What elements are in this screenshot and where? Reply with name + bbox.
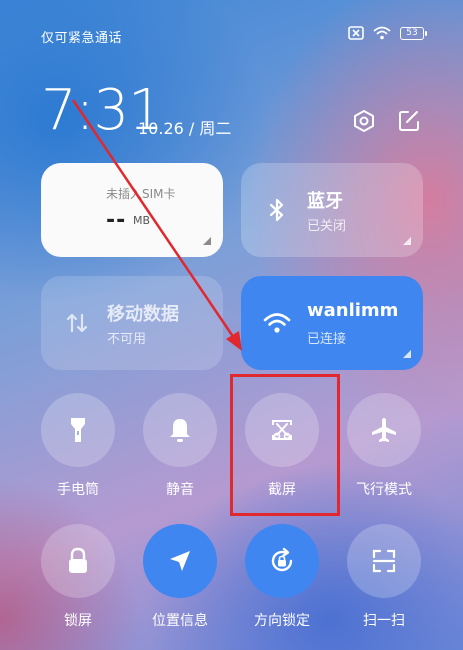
lock-screen-toggle[interactable] <box>41 524 115 598</box>
rotation-lock-icon <box>271 547 293 572</box>
scan-label: 扫一扫 <box>363 613 405 629</box>
airplane-mode-toggle[interactable] <box>347 393 421 467</box>
scan-toggle[interactable] <box>347 524 421 598</box>
expand-corner-icon <box>403 237 411 245</box>
sim-data-tile[interactable]: 未插入SIM卡 -- MB <box>41 163 223 257</box>
location-label: 位置信息 <box>152 613 208 629</box>
expand-corner-icon <box>403 350 411 358</box>
edit-icon[interactable] <box>397 109 421 133</box>
silent-toggle[interactable] <box>143 393 217 467</box>
airplane-mode-label: 飞行模式 <box>356 482 412 498</box>
highlight-box <box>230 374 340 516</box>
airplane-mode-button[interactable]: 飞行模式 <box>345 393 423 499</box>
wifi-status: 已连接 <box>307 332 347 347</box>
bell-icon <box>170 419 190 442</box>
rotation-lock-label: 方向锁定 <box>254 613 310 629</box>
airplane-icon <box>372 418 396 442</box>
scan-button[interactable]: 扫一扫 <box>345 524 423 630</box>
location-icon <box>170 551 190 571</box>
lock-icon <box>69 547 87 573</box>
no-sim-icon <box>348 26 364 40</box>
rotation-lock-button[interactable]: 方向锁定 <box>243 524 321 630</box>
bluetooth-title: 蓝牙 <box>307 191 343 212</box>
scan-icon <box>372 549 396 573</box>
battery-level: 53 <box>406 28 418 38</box>
wifi-tile[interactable]: wanlimm 已连接 <box>241 276 423 370</box>
wifi-title: wanlimm <box>307 300 399 321</box>
wifi-icon <box>373 26 391 40</box>
data-usage-unit: MB <box>133 214 151 227</box>
lock-screen-button[interactable]: 锁屏 <box>39 524 117 630</box>
flashlight-button[interactable]: 手电筒 <box>39 393 117 499</box>
flashlight-toggle[interactable] <box>41 393 115 467</box>
silent-button[interactable]: 静音 <box>141 393 219 499</box>
mobile-data-icon <box>66 313 88 333</box>
flashlight-label: 手电筒 <box>57 482 99 498</box>
bluetooth-tile[interactable]: 蓝牙 已关闭 <box>241 163 423 257</box>
settings-icon[interactable] <box>352 109 376 133</box>
rotation-lock-toggle[interactable] <box>245 524 319 598</box>
location-toggle[interactable] <box>143 524 217 598</box>
data-usage-value: -- <box>106 208 127 233</box>
carrier-text: 仅可紧急通话 <box>41 31 123 46</box>
mobile-data-title: 移动数据 <box>107 304 179 325</box>
lock-screen-label: 锁屏 <box>64 613 92 629</box>
silent-label: 静音 <box>166 482 194 498</box>
sim-status: 未插入SIM卡 <box>106 187 176 201</box>
status-icons: 53 <box>348 26 427 40</box>
flashlight-icon <box>71 418 85 442</box>
date: 10.26 / 周二 <box>138 119 232 138</box>
bluetooth-status: 已关闭 <box>307 219 347 234</box>
expand-corner-icon <box>203 237 211 245</box>
location-button[interactable]: 位置信息 <box>141 524 219 630</box>
mobile-data-tile[interactable]: 移动数据 不可用 <box>41 276 223 370</box>
bluetooth-icon <box>269 198 284 222</box>
battery-icon: 53 <box>400 26 427 40</box>
status-bar: 仅可紧急通话 53 <box>0 0 463 70</box>
wifi-icon <box>263 313 291 333</box>
mobile-data-status: 不可用 <box>107 332 147 347</box>
